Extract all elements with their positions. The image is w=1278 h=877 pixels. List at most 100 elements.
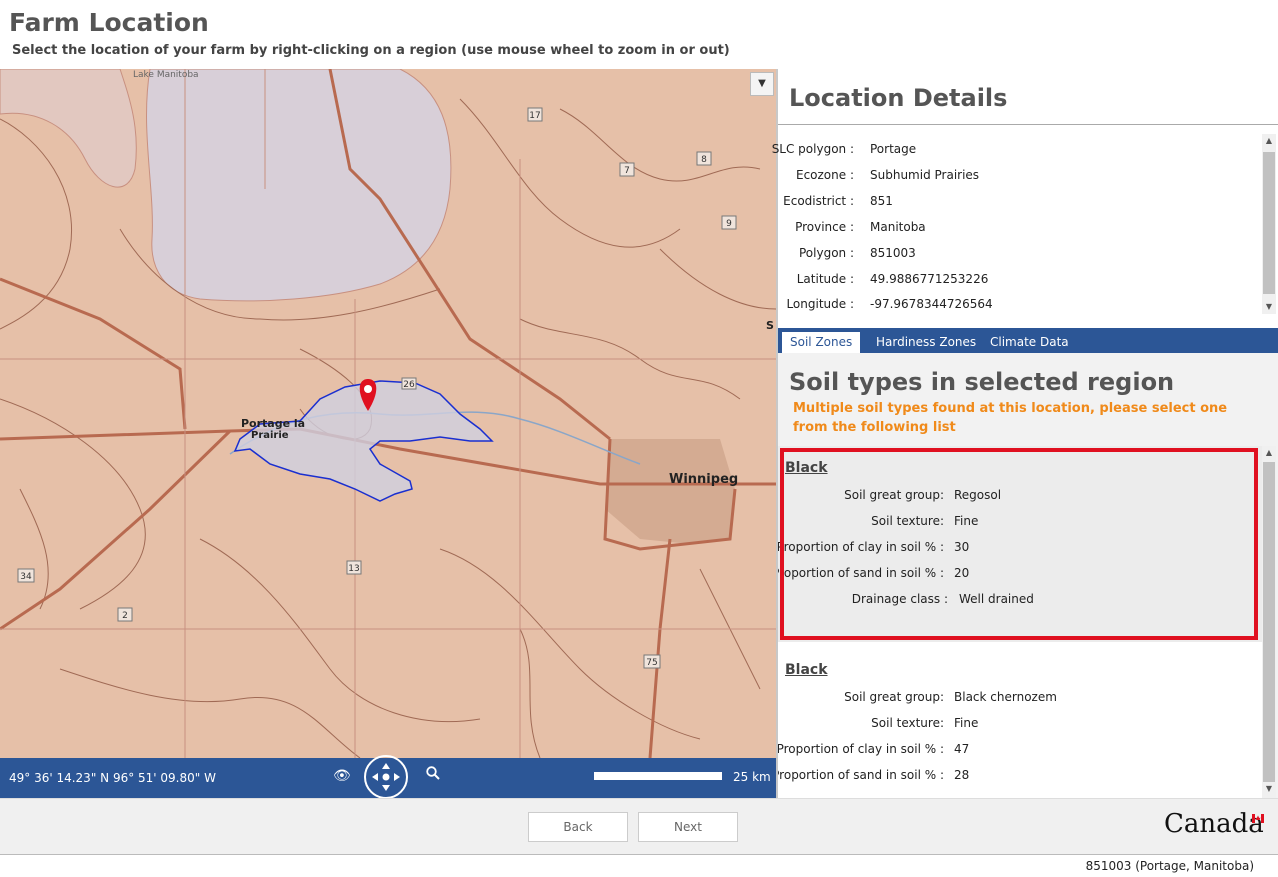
detail-value: -97.9678344726564 xyxy=(870,297,993,311)
detail-label: SLC polygon : xyxy=(771,142,854,156)
soil-row: Proportion of sand in soil % : 28 xyxy=(778,768,1262,794)
canada-wordmark: Canada xyxy=(1164,809,1264,839)
tab-climate-data[interactable]: Climate Data xyxy=(982,332,1077,353)
location-details-list: SLC polygon : Portage Ecozone : Subhumid P… xyxy=(772,134,1260,318)
soil-row: Proportion of clay in soil % : 30 xyxy=(778,540,1262,566)
soil-value: Well drained xyxy=(959,592,1034,606)
scroll-thumb[interactable] xyxy=(1263,152,1275,294)
soil-value: Fine xyxy=(954,716,979,730)
soil-value: 28 xyxy=(954,768,970,782)
detail-row-latitude: Latitude : 49.9886771253226 xyxy=(778,272,1258,298)
soil-label: Proportion of clay in soil % : xyxy=(778,742,944,756)
detail-label: Ecozone : xyxy=(795,168,854,182)
detail-row-ecodistrict: Ecodistrict : 851 xyxy=(778,194,1258,220)
page-title: Farm Location xyxy=(9,8,209,37)
portage-label-1: Portage la xyxy=(241,417,305,430)
detail-value: Manitoba xyxy=(870,220,926,234)
soil-type-name[interactable]: Black xyxy=(785,662,828,678)
back-button[interactable]: Back xyxy=(528,812,628,842)
soil-label: Drainage class : xyxy=(851,592,948,606)
detail-row-polygon: Polygon : 851003 xyxy=(778,246,1258,272)
soil-row: Proportion of clay in soil % : 47 xyxy=(778,742,1262,768)
route-26: 26 xyxy=(403,380,415,390)
portage-label-2: Prairie xyxy=(251,430,289,441)
soil-warning-message: Multiple soil types found at this locati… xyxy=(793,401,1228,435)
scroll-down-icon[interactable]: ▼ xyxy=(1262,300,1276,314)
chevron-down-icon: ▼ xyxy=(758,78,766,89)
footer-bar: Back Next Canada xyxy=(0,798,1278,855)
detail-value: 851 xyxy=(870,194,893,208)
scroll-down-icon[interactable]: ▼ xyxy=(1262,782,1276,796)
soil-value: 47 xyxy=(954,742,970,756)
status-bar: 851003 (Portage, Manitoba) xyxy=(0,854,1278,877)
soil-list-scrollbar[interactable]: ▲ ▼ xyxy=(1262,446,1276,798)
lake-manitoba-label: Lake Manitoba xyxy=(133,70,199,80)
details-scrollbar[interactable]: ▲ ▼ xyxy=(1262,134,1276,314)
detail-value: 851003 xyxy=(870,246,916,260)
divider xyxy=(778,124,1278,125)
route-13: 13 xyxy=(348,564,359,574)
soil-label: Proportion of sand in soil % : xyxy=(778,768,944,782)
tab-hardiness-zones[interactable]: Hardiness Zones xyxy=(868,332,984,353)
detail-label: Ecodistrict : xyxy=(783,194,854,208)
detail-value: 49.9886771253226 xyxy=(870,272,989,286)
route-2: 2 xyxy=(122,611,128,621)
scroll-thumb[interactable] xyxy=(1263,462,1275,782)
lake-manitoba-shape xyxy=(146,69,452,302)
winnipeg-urban-area xyxy=(605,439,735,544)
next-button[interactable]: Next xyxy=(638,812,738,842)
soil-type-card[interactable]: Black Soil great group: Regosol Soil text… xyxy=(778,446,1262,642)
detail-label: Province : xyxy=(795,220,854,234)
route-7: 7 xyxy=(624,166,630,176)
winnipeg-label: Winnipeg xyxy=(669,472,738,487)
pan-control-icon[interactable] xyxy=(364,755,408,799)
status-text: 851003 (Portage, Manitoba) xyxy=(1085,859,1254,873)
map-canvas[interactable]: 17 8 7 9 26 13 34 2 75 S Lake Manitoba P… xyxy=(0,69,776,758)
soil-label: Proportion of sand in soil % : xyxy=(778,566,944,580)
soil-label: Proportion of clay in soil % : xyxy=(778,540,944,554)
map-view[interactable]: 17 8 7 9 26 13 34 2 75 S Lake Manitoba P… xyxy=(0,69,776,758)
soil-value: Fine xyxy=(954,514,979,528)
detail-label: Polygon : xyxy=(798,246,854,260)
soil-row: Soil texture: Fine xyxy=(778,716,1262,742)
soil-row: Soil great group: Black chernozem xyxy=(778,690,1262,716)
scroll-up-icon[interactable]: ▲ xyxy=(1262,446,1276,460)
detail-label: Latitude : xyxy=(796,272,854,286)
tab-bar: Soil Zones Hardiness Zones Climate Data xyxy=(778,328,1278,353)
page-subtitle: Select the location of your farm by righ… xyxy=(12,43,730,58)
detail-row-ecozone: Ecozone : Subhumid Prairies xyxy=(778,168,1258,194)
soil-type-card[interactable]: Black Soil great group: Black chernozem S… xyxy=(778,650,1262,798)
magnifier-icon[interactable] xyxy=(426,766,440,784)
soil-value: Black chernozem xyxy=(954,690,1057,704)
route-17: 17 xyxy=(529,111,540,121)
lake-west-shape xyxy=(0,69,137,188)
detail-label: Longitude : xyxy=(786,297,854,311)
route-34: 34 xyxy=(20,572,32,582)
route-9: 9 xyxy=(726,219,732,229)
detail-value: Portage xyxy=(870,142,917,156)
soil-row: Proportion of sand in soil % : 20 xyxy=(778,566,1262,592)
map-toolbar: 49° 36' 14.23" N 96° 51' 09.80" W 👁 25 k… xyxy=(0,755,776,799)
soil-row: Drainage class : Well drained xyxy=(778,592,1262,618)
detail-row-longitude: Longitude : -97.9678344726564 xyxy=(778,297,1258,323)
detail-row-slc: SLC polygon : Portage xyxy=(772,142,1258,168)
soil-row: Soil great group: Regosol xyxy=(778,488,1262,514)
soil-value: 20 xyxy=(954,566,970,580)
route-75: 75 xyxy=(646,658,657,668)
soil-value: 30 xyxy=(954,540,970,554)
route-8: 8 xyxy=(701,155,707,165)
canada-flag-icon xyxy=(1252,814,1264,823)
soil-label: Soil texture: xyxy=(871,514,944,528)
detail-value: Subhumid Prairies xyxy=(870,168,980,182)
soil-section-title: Soil types in selected region xyxy=(789,368,1175,396)
scale-bar xyxy=(594,772,722,780)
tab-soil-zones[interactable]: Soil Zones xyxy=(782,332,861,353)
eye-icon[interactable]: 👁 xyxy=(333,768,351,784)
soil-type-name[interactable]: Black xyxy=(785,460,828,476)
cursor-coordinates: 49° 36' 14.23" N 96° 51' 09.80" W xyxy=(9,771,216,785)
detail-row-province: Province : Manitoba xyxy=(778,220,1258,246)
scroll-up-icon[interactable]: ▲ xyxy=(1262,134,1276,148)
soil-label: Soil great group: xyxy=(844,488,944,502)
location-details-title: Location Details xyxy=(789,84,1008,112)
map-layer-dropdown[interactable]: ▼ xyxy=(750,72,774,96)
